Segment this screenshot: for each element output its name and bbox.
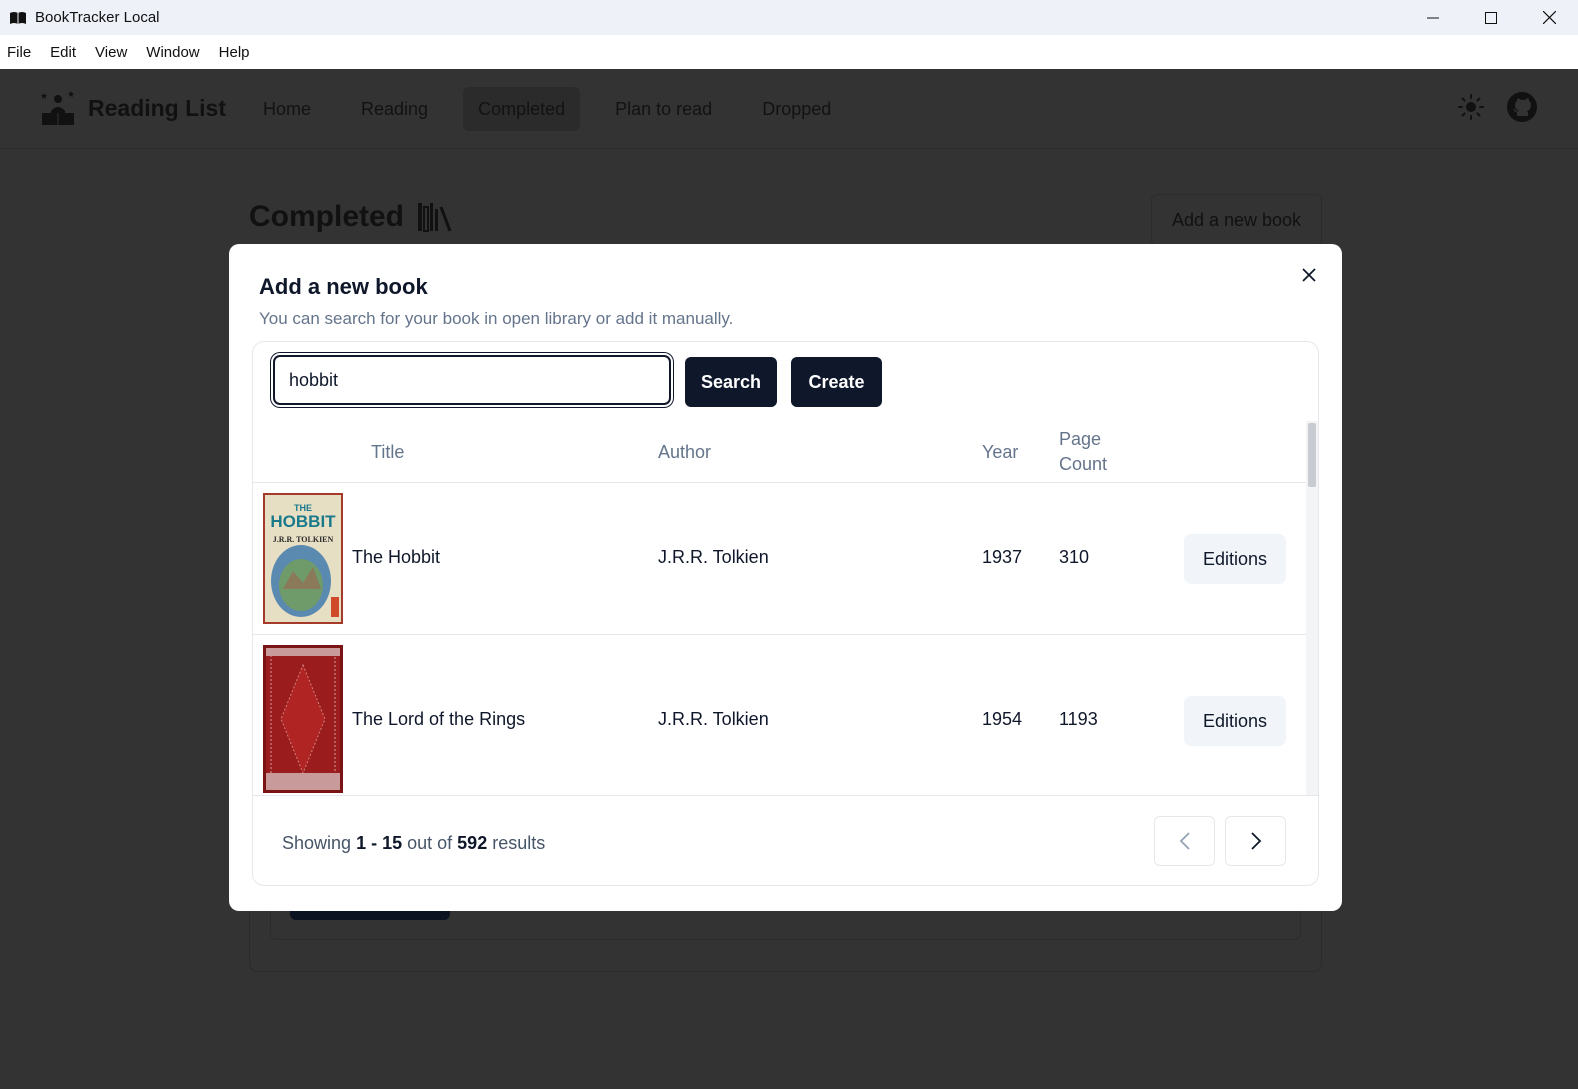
table-row: The Lord of the Rings J.R.R. Tolkien 195… <box>253 635 1308 795</box>
book-cover: THE HOBBIT J.R.R. TOLKIEN <box>263 493 343 624</box>
search-button[interactable]: Search <box>685 357 777 407</box>
maximize-button[interactable] <box>1462 0 1520 35</box>
close-window-button[interactable] <box>1520 0 1578 35</box>
book-author: J.R.R. Tolkien <box>658 709 769 729</box>
scrollbar-thumb[interactable] <box>1308 423 1316 487</box>
column-page-count[interactable]: Page Count <box>1059 427 1107 477</box>
results-range: 1 - 15 <box>356 833 403 853</box>
svg-text:HOBBIT: HOBBIT <box>270 512 336 531</box>
minimize-icon <box>1427 17 1439 18</box>
showing-label: Showing <box>282 833 352 853</box>
nav-reading[interactable]: Reading <box>346 87 443 131</box>
main-nav: Home Reading Completed Plan to read Drop… <box>248 87 866 131</box>
nav-home[interactable]: Home <box>248 87 326 131</box>
book-page-count: 1193 <box>1059 709 1098 729</box>
column-page-count-line1: Page <box>1059 429 1102 449</box>
book-year: 1954 <box>982 709 1023 729</box>
window-title: BookTracker Local <box>35 9 160 26</box>
maximize-icon <box>1485 11 1497 24</box>
table-header: Title Author Year Page Count <box>253 421 1308 483</box>
close-icon <box>1302 268 1316 282</box>
nav-dropped[interactable]: Dropped <box>747 87 846 131</box>
next-page-button[interactable] <box>1225 816 1286 866</box>
nav-completed[interactable]: Completed <box>463 87 581 131</box>
add-new-book-button[interactable]: Add a new book <box>1151 194 1322 246</box>
dialog-close-button[interactable] <box>1298 264 1320 286</box>
minimize-button[interactable] <box>1404 0 1462 35</box>
book-year: 1937 <box>982 547 1023 567</box>
header-actions <box>1458 91 1538 123</box>
create-button[interactable]: Create <box>791 357 882 407</box>
column-year[interactable]: Year <box>982 440 1018 465</box>
page-title: Completed <box>249 200 452 234</box>
chevron-left-icon <box>1179 832 1190 850</box>
brand[interactable]: Reading List <box>40 89 226 127</box>
svg-text:J.R.R. TOLKIEN: J.R.R. TOLKIEN <box>273 535 334 544</box>
close-icon <box>1542 11 1556 24</box>
dialog-description: You can search for your book in open lib… <box>259 309 734 328</box>
page-title-text: Completed <box>249 200 405 233</box>
search-panel: Search Create Title Author Year Page Cou… <box>252 341 1319 886</box>
book-icon <box>9 11 27 25</box>
menu-window[interactable]: Window <box>146 44 199 61</box>
add-book-dialog: Add a new book You can search for your b… <box>229 244 1342 911</box>
book-page-count: 310 <box>1059 547 1090 567</box>
nav-plan-to-read[interactable]: Plan to read <box>600 87 727 131</box>
sun-icon[interactable] <box>1458 94 1484 120</box>
previous-page-button[interactable] <box>1154 816 1215 866</box>
chevron-right-icon <box>1250 832 1261 850</box>
results-summary: Showing 1 - 15 out of 592 results <box>282 833 545 854</box>
books-icon <box>418 203 452 232</box>
window-title-bar: BookTracker Local <box>0 0 1578 35</box>
menu-edit[interactable]: Edit <box>50 44 76 61</box>
menu-help[interactable]: Help <box>219 44 250 61</box>
column-page-count-line2: Count <box>1059 454 1108 474</box>
book-title: The Hobbit <box>352 547 441 567</box>
hobbit-cover-image: THE HOBBIT J.R.R. TOLKIEN <box>263 493 343 624</box>
editions-button[interactable]: Editions <box>1184 534 1286 584</box>
results-suffix: results <box>492 833 546 853</box>
editions-button[interactable]: Editions <box>1184 696 1286 746</box>
book-title: The Lord of the Rings <box>352 709 526 729</box>
menu-bar: File Edit View Window Help <box>0 35 1578 69</box>
book-cover <box>263 645 343 793</box>
book-author: J.R.R. Tolkien <box>658 547 769 567</box>
column-title[interactable]: Title <box>371 440 404 465</box>
app-header: Reading List Home Reading Completed Plan… <box>0 69 1578 149</box>
search-input[interactable] <box>273 355 671 405</box>
out-of-label: out of <box>407 833 453 853</box>
results-total: 592 <box>457 833 488 853</box>
lotr-cover-image <box>263 645 343 793</box>
dialog-title: Add a new book <box>259 274 428 299</box>
github-icon[interactable] <box>1506 91 1538 123</box>
reading-logo-icon <box>41 91 74 125</box>
table-row: THE HOBBIT J.R.R. TOLKIEN The Hobbit J.R… <box>253 483 1308 635</box>
column-author[interactable]: Author <box>658 440 711 465</box>
results-scrollbar[interactable] <box>1306 421 1318 795</box>
brand-title: Reading List <box>88 94 227 121</box>
menu-file[interactable]: File <box>7 44 31 61</box>
pagination-footer: Showing 1 - 15 out of 592 results <box>253 795 1318 885</box>
results-table: Title Author Year Page Count THE HOBBIT … <box>253 421 1318 795</box>
menu-view[interactable]: View <box>95 44 127 61</box>
